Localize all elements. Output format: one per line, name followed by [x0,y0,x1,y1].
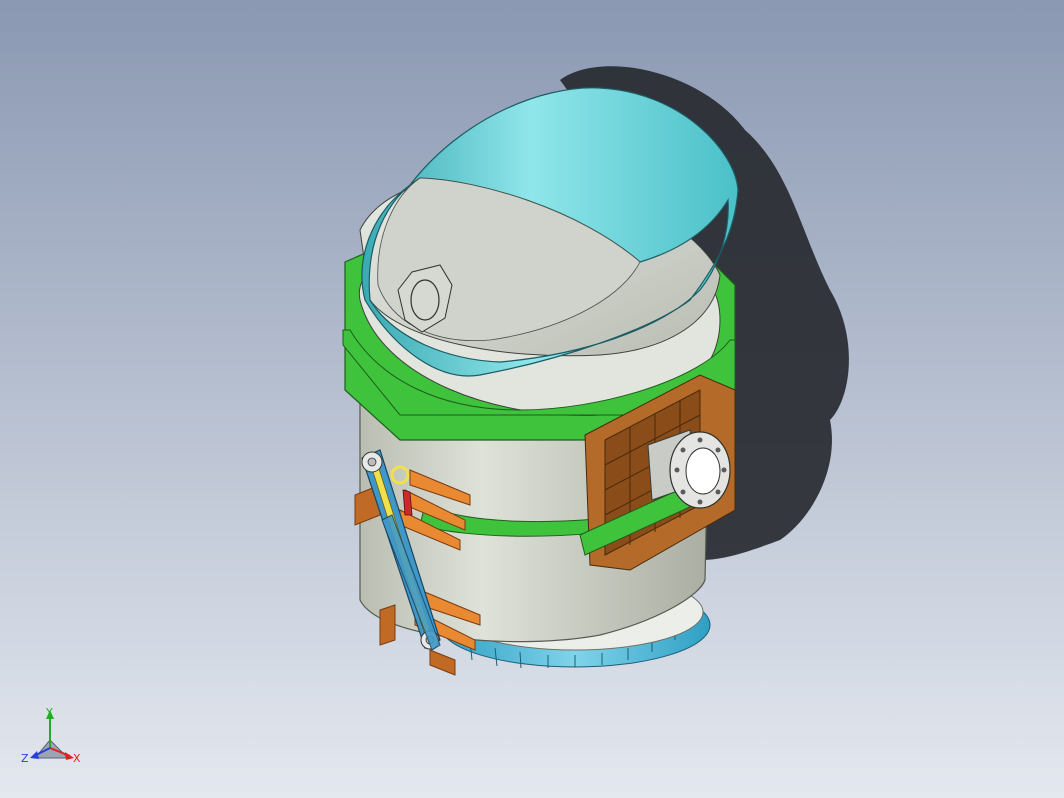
model-canvas[interactable]: Y X Z [0,0,1064,798]
triad-z-label: Z [21,752,29,765]
cad-viewport[interactable]: Y X Z [0,0,1064,798]
triad-y-label: Y [45,706,53,719]
triad-x-label: X [73,752,81,765]
pipe-flange [647,429,731,509]
